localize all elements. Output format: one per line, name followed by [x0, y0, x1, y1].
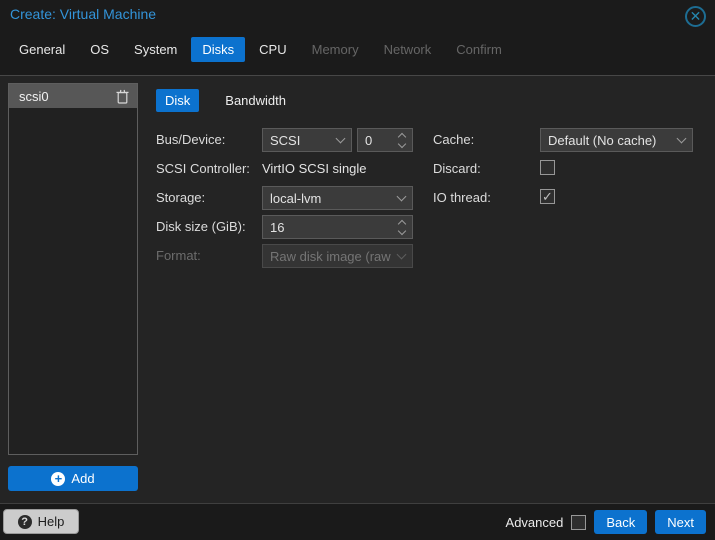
chevron-down-icon: [676, 133, 687, 143]
spinner-arrows-icon[interactable]: [397, 219, 407, 235]
wizard-tab-bar: General OS System Disks CPU Memory Netwo…: [8, 37, 516, 62]
disk-list: scsi0: [8, 83, 138, 455]
advanced-label: Advanced: [505, 514, 564, 530]
disk-size-value: 16: [270, 219, 285, 235]
disk-subtab-bar: Disk Bandwidth: [156, 89, 295, 112]
cache-select-value: Default (No cache): [548, 132, 657, 148]
bus-select[interactable]: SCSI: [262, 128, 352, 152]
subtab-bandwidth[interactable]: Bandwidth: [216, 89, 295, 112]
bus-device-label: Bus/Device:: [156, 132, 226, 147]
dialog-title: Create: Virtual Machine: [10, 6, 157, 22]
tab-cpu[interactable]: CPU: [248, 37, 297, 62]
advanced-checkbox[interactable]: [571, 514, 587, 530]
device-number-stepper[interactable]: 0: [357, 128, 413, 152]
scsi-controller-value: VirtIO SCSI single: [262, 161, 367, 176]
storage-select-value: local-lvm: [270, 190, 322, 206]
io-thread-checkbox[interactable]: [540, 189, 555, 205]
disk-size-label: Disk size (GiB):: [156, 219, 246, 234]
bus-select-value: SCSI: [270, 132, 301, 148]
spinner-arrows-icon[interactable]: [397, 132, 407, 148]
tab-confirm: Confirm: [456, 42, 502, 57]
help-button-label: Help: [37, 514, 65, 529]
storage-select[interactable]: local-lvm: [262, 186, 413, 210]
add-disk-button[interactable]: + Add: [8, 466, 138, 491]
disk-list-item-scsi0[interactable]: scsi0: [9, 84, 137, 108]
question-circle-icon: ?: [17, 514, 32, 529]
device-number-value: 0: [365, 132, 373, 148]
tab-general[interactable]: General: [8, 37, 76, 62]
cache-label: Cache:: [433, 132, 475, 147]
plus-circle-icon: +: [51, 471, 66, 486]
trash-icon[interactable]: [116, 89, 129, 104]
subtab-disk[interactable]: Disk: [156, 89, 200, 112]
discard-checkbox[interactable]: [540, 160, 555, 175]
back-button[interactable]: Back: [594, 510, 648, 534]
tab-os[interactable]: OS: [79, 37, 120, 62]
disk-size-stepper[interactable]: 16: [262, 215, 413, 239]
tab-memory: Memory: [311, 42, 359, 57]
format-select-value: Raw disk image (raw: [270, 248, 391, 264]
disks-tab-content: scsi0 + Add Disk Bandwidth Bus/Device: S…: [0, 76, 715, 503]
tab-network: Network: [383, 42, 432, 57]
tab-system[interactable]: System: [123, 37, 188, 62]
io-thread-label: IO thread:: [433, 190, 491, 205]
scsi-controller-label: SCSI Controller:: [156, 161, 250, 176]
format-label: Format:: [156, 248, 201, 263]
chevron-down-icon: [396, 249, 407, 259]
next-button[interactable]: Next: [655, 510, 706, 534]
tab-disks[interactable]: Disks: [191, 37, 246, 62]
discard-label: Discard:: [433, 161, 481, 176]
chevron-down-icon: [396, 191, 407, 201]
chevron-down-icon: [335, 133, 346, 143]
cache-select[interactable]: Default (No cache): [540, 128, 693, 152]
storage-label: Storage:: [156, 190, 206, 205]
dialog-footer: ? Help Advanced Back Next: [0, 503, 715, 540]
disk-item-label: scsi0: [19, 88, 49, 104]
close-icon[interactable]: ✕: [685, 6, 706, 27]
footer-actions: Advanced Back Next: [506, 510, 706, 534]
format-select: Raw disk image (raw: [262, 244, 413, 268]
add-button-label: Add: [71, 471, 95, 486]
help-button[interactable]: ? Help: [3, 509, 79, 534]
